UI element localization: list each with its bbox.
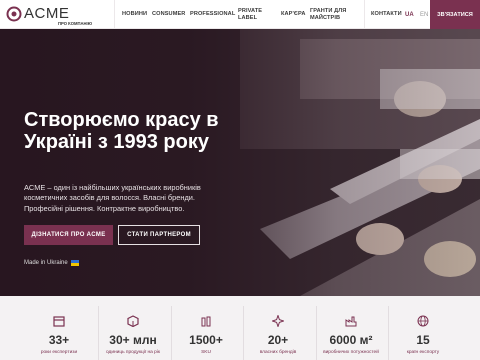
bottles-icon: [201, 316, 211, 327]
hero-section: Створюємо красу в Україні з 1993 року AC…: [0, 29, 480, 296]
stat-label: виробничих потужностей: [323, 350, 379, 355]
lang-en[interactable]: EN: [420, 0, 428, 29]
stat-label: країн експорту: [406, 350, 440, 355]
contact-button[interactable]: ЗВ'ЯЗАТИСЯ: [430, 0, 480, 29]
stats-bar: 33+ роки експертизи 30+ млн одиниць прод…: [0, 296, 480, 360]
stat-label: одиниць продукції на рік: [105, 350, 161, 355]
stat-value: 15: [416, 333, 430, 347]
nav-divider: [114, 0, 115, 29]
stat-item: 20+ власних брендів: [243, 306, 311, 360]
site-header: ACME ПРО КОМПАНІЮ НОВИНИ CONSUMER PROFES…: [0, 0, 480, 29]
stat-item: 1500+ SKU: [171, 306, 239, 360]
ukraine-flag-icon: [70, 260, 79, 266]
nav-news[interactable]: НОВИНИ: [122, 0, 147, 29]
stat-value: 1500+: [189, 333, 223, 347]
hero-description: ACME – один із найбільших українських ви…: [24, 183, 201, 213]
nav-grants[interactable]: ГРАНТИ ДЛЯ МАЙСТРІВ: [310, 0, 348, 29]
stat-value: 33+: [48, 333, 70, 347]
stat-value: 6000 м²: [329, 333, 373, 347]
factory-icon: [345, 316, 357, 327]
sparkle-icon: [272, 315, 284, 327]
nav-career[interactable]: КАР'ЄРА: [281, 0, 305, 29]
logo-mark-icon: [6, 6, 22, 22]
become-partner-button[interactable]: СТАТИ ПАРТНЕРОМ: [118, 225, 200, 245]
nav-contacts[interactable]: КОНТАКТИ: [371, 0, 402, 29]
stat-item: 15 країн експорту: [388, 306, 456, 360]
nav-consumer[interactable]: CONSUMER: [152, 0, 185, 29]
about-company-link[interactable]: ПРО КОМПАНІЮ: [58, 21, 98, 27]
nav-professional[interactable]: PROFESSIONAL: [190, 0, 235, 29]
learn-about-button[interactable]: ДІЗНАТИСЯ ПРО ACME: [24, 225, 113, 245]
stat-item: 6000 м² виробничих потужностей: [316, 306, 384, 360]
nav-divider: [364, 0, 365, 29]
calendar-icon: [53, 316, 65, 327]
stat-item: 30+ млн одиниць продукції на рік: [98, 306, 166, 360]
logo[interactable]: ACME: [6, 6, 69, 22]
stat-value: 30+ млн: [109, 333, 157, 347]
lang-ua[interactable]: UA: [405, 0, 414, 29]
hero-title: Створюємо красу в Україні з 1993 року: [24, 109, 219, 153]
nav-private-label[interactable]: PRIVATE LABEL: [238, 0, 266, 29]
logo-text: ACME: [24, 5, 70, 22]
made-in-label: Made in Ukraine: [24, 260, 68, 266]
stat-item: 33+ роки експертизи: [25, 306, 93, 360]
globe-icon: [417, 315, 429, 327]
stat-value: 20+: [267, 333, 289, 347]
box-icon: [127, 315, 139, 327]
made-in-ukraine: Made in Ukraine: [24, 260, 79, 266]
stat-label: власних брендів: [259, 350, 297, 355]
hero-overlay: [0, 29, 480, 296]
stat-label: SKU: [201, 350, 211, 355]
stat-label: роки експертизи: [40, 350, 78, 355]
